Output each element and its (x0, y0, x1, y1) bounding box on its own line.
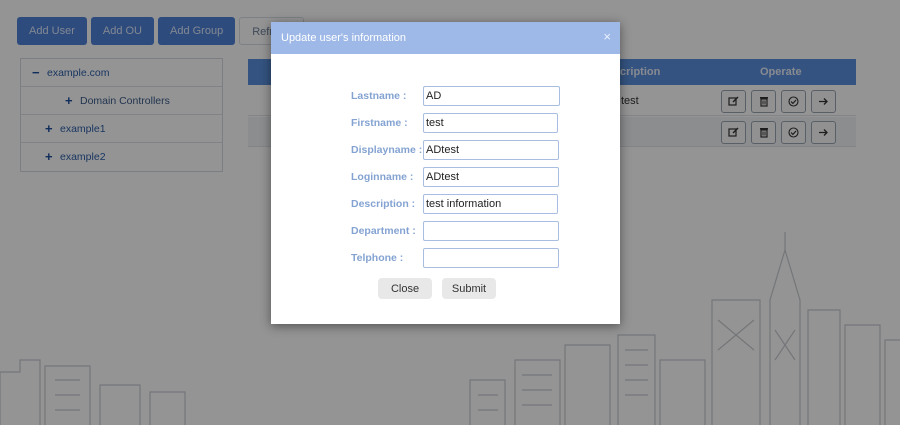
lastname-field[interactable] (423, 86, 560, 106)
close-button[interactable]: Close (378, 278, 432, 299)
dialog-title: Update user's information (281, 32, 406, 44)
firstname-label: Firstname : (351, 117, 408, 129)
submit-button[interactable]: Submit (442, 278, 496, 299)
department-label: Department : (351, 225, 416, 237)
close-icon[interactable]: × (603, 22, 611, 52)
displayname-field[interactable] (423, 140, 559, 160)
displayname-label: Displayname : (351, 144, 423, 156)
lastname-label: Lastname : (351, 90, 407, 102)
telphone-field[interactable] (423, 248, 559, 268)
department-field[interactable] (423, 221, 559, 241)
page: Add User Add OU Add Group Refresh − exam… (0, 0, 900, 425)
description-field[interactable] (423, 194, 558, 214)
firstname-field[interactable] (423, 113, 558, 133)
description-label: Description : (351, 198, 416, 210)
loginname-field[interactable] (423, 167, 559, 187)
loginname-label: Loginname : (351, 171, 414, 183)
telphone-label: Telphone : (351, 252, 404, 264)
update-user-dialog: Update user's information × Lastname : F… (271, 22, 620, 324)
dialog-header: Update user's information × (271, 22, 620, 54)
